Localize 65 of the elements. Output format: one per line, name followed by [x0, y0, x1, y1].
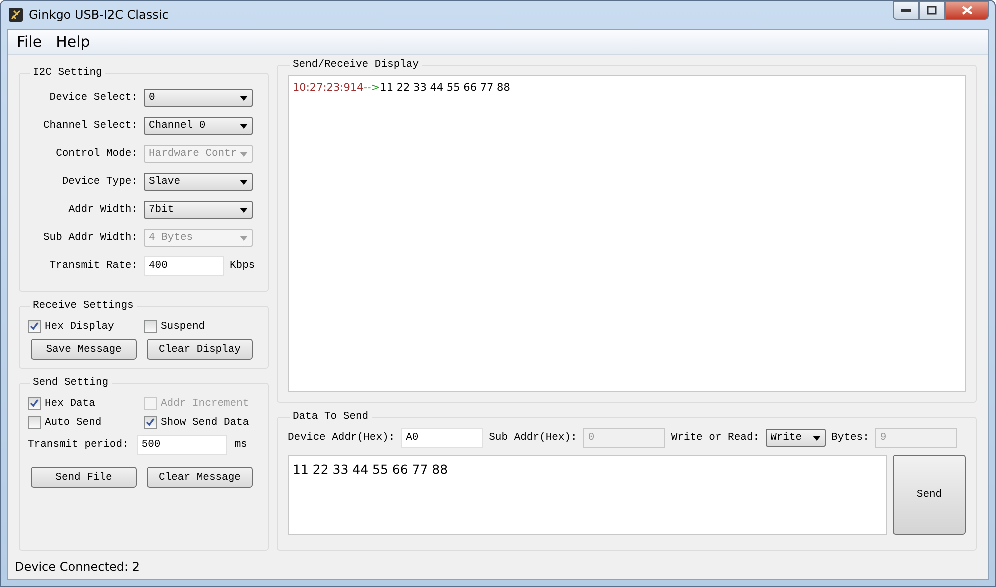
minimize-button[interactable] — [893, 1, 919, 20]
field-label: Write or Read: — [671, 432, 760, 444]
dropdown[interactable]: Write — [766, 429, 826, 447]
text-area[interactable]: 11 22 33 44 55 66 77 88 — [288, 455, 887, 535]
checkbox[interactable] — [28, 416, 41, 429]
close-button[interactable] — [945, 1, 989, 20]
group-title: I2C Setting — [32, 67, 104, 79]
field-label: Channel Select: — [42, 120, 138, 132]
menu-item[interactable]: Help — [51, 33, 96, 51]
field-label: Addr Width: — [68, 204, 138, 216]
caret-icon — [240, 236, 248, 240]
maximize-button[interactable] — [919, 1, 945, 20]
input-field[interactable]: 400 — [144, 256, 224, 276]
field-label: Transmit period: — [28, 439, 129, 451]
menu-item[interactable]: File — [12, 33, 48, 51]
checkbox-label: Auto Send — [45, 416, 102, 428]
group-title: Send/Receive Display — [292, 59, 420, 71]
app-icon — [9, 8, 23, 22]
maximize-icon — [927, 6, 937, 15]
checkbox-label: Addr Increment — [161, 398, 250, 410]
data-text: 11 22 33 44 55 66 77 88 — [380, 82, 510, 94]
timestamp: 10:27:23:914 — [293, 82, 364, 94]
checkbox[interactable] — [28, 397, 41, 410]
checkbox-label: Hex Data — [45, 398, 96, 410]
checkbox[interactable] — [28, 320, 41, 333]
status-text: Device Connected: 2 — [14, 559, 141, 576]
checkbox-label: Show Send Data — [161, 416, 250, 428]
minimize-icon — [901, 8, 911, 12]
close-icon — [962, 6, 972, 15]
field-label: Device Type: — [61, 176, 138, 188]
group-title: Send Setting — [32, 377, 110, 389]
checkbox-label: Suspend — [161, 320, 206, 332]
group-title: Receive Settings — [32, 300, 135, 312]
push-button[interactable]: Clear Display — [147, 339, 253, 360]
caret-icon — [240, 208, 248, 212]
input-field[interactable]: A0 — [401, 428, 484, 448]
field-label: Device Addr(Hex): — [288, 432, 396, 444]
checkbox[interactable] — [144, 416, 157, 429]
field-label: Transmit Rate: — [48, 260, 138, 272]
caret-icon — [240, 180, 248, 184]
field-label: Sub Addr Width: — [42, 232, 138, 244]
arrow-text: --> — [364, 82, 380, 94]
field-label: Device Select: — [48, 92, 138, 104]
unit-label: ms — [234, 439, 248, 451]
unit-label: Kbps — [230, 260, 256, 272]
dropdown[interactable]: 0 — [144, 89, 253, 107]
field-label: Sub Addr(Hex): — [489, 432, 578, 444]
group-title: Data To Send — [292, 411, 370, 423]
push-button[interactable]: Clear Message — [147, 467, 253, 488]
caret-icon — [240, 124, 248, 128]
checkbox-label: Hex Display — [45, 320, 114, 332]
caret-icon — [240, 96, 248, 100]
window-title: Ginkgo USB-I2C Classic — [29, 8, 169, 22]
checkbox[interactable] — [144, 320, 157, 333]
caret-icon — [240, 152, 248, 156]
dropdown[interactable]: Channel 0 — [144, 117, 253, 135]
input-field[interactable]: 500 — [136, 435, 227, 455]
caret-icon — [812, 436, 821, 440]
send-button[interactable]: Send — [893, 455, 966, 535]
dropdown[interactable]: Slave — [144, 173, 253, 191]
push-button[interactable]: Send File — [31, 467, 137, 488]
push-button[interactable]: Save Message — [31, 339, 137, 360]
field-label: Control Mode: — [55, 148, 138, 160]
field-label: Bytes: — [832, 432, 870, 444]
dropdown[interactable]: 7bit — [144, 201, 253, 219]
